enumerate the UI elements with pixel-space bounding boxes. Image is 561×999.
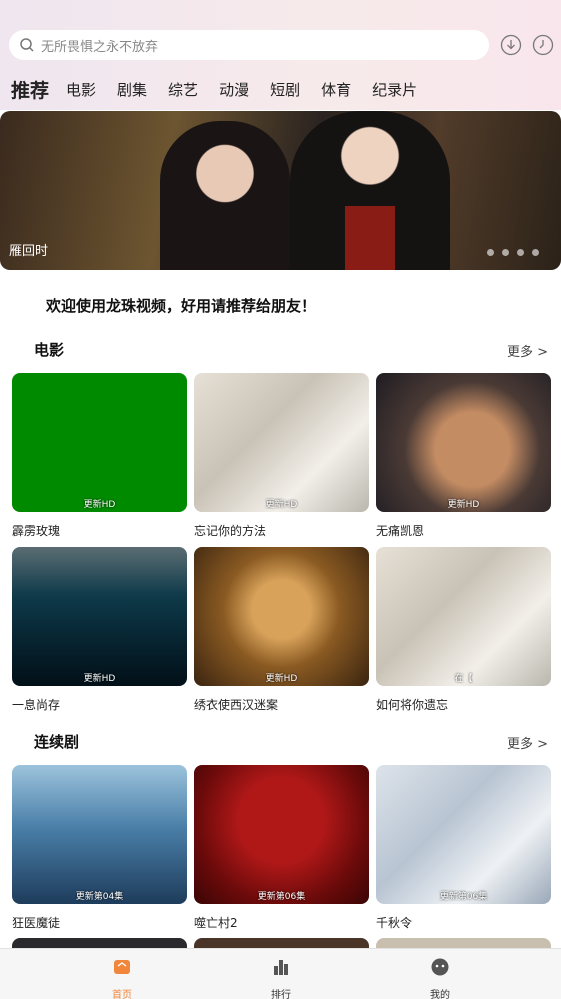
update-badge: 更新HD bbox=[447, 500, 480, 510]
tab-anime[interactable]: 动漫 bbox=[219, 79, 249, 100]
update-badge: 更新HD bbox=[83, 500, 116, 510]
tab-variety[interactable]: 综艺 bbox=[168, 79, 198, 100]
update-badge: 更新第06集 bbox=[257, 892, 306, 902]
banner-figure bbox=[290, 111, 450, 270]
poster-image: 更新第04集 bbox=[12, 765, 187, 904]
tab-documentary[interactable]: 纪录片 bbox=[372, 79, 417, 100]
profile-icon bbox=[431, 958, 449, 976]
card-title: 无痛凯恩 bbox=[376, 524, 425, 538]
update-badge: 更新HD bbox=[265, 500, 298, 510]
movie-card[interactable]: 在【 如何将你遗忘 bbox=[376, 547, 551, 713]
home-icon bbox=[114, 960, 130, 974]
card-title: 忘记你的方法 bbox=[194, 524, 267, 538]
poster-image: 更新HD bbox=[12, 373, 187, 512]
poster-image: 更新第06集 bbox=[194, 765, 369, 904]
nav-profile[interactable]: 我的 bbox=[410, 957, 470, 999]
section-title: 连续剧 bbox=[34, 733, 80, 751]
chart-icon bbox=[274, 960, 288, 975]
carousel-dot[interactable] bbox=[487, 249, 494, 256]
tab-series[interactable]: 剧集 bbox=[117, 79, 147, 100]
update-badge: 更新HD bbox=[83, 674, 116, 684]
carousel-dot[interactable] bbox=[532, 249, 539, 256]
series-card[interactable]: 更新第04集 狂医魔徒 bbox=[12, 765, 187, 931]
card-title: 如何将你遗忘 bbox=[376, 698, 449, 712]
movie-card[interactable]: 更新HD 忘记你的方法 bbox=[194, 373, 369, 539]
banner-carousel[interactable]: 雁回时 bbox=[0, 111, 561, 270]
series-card[interactable]: 更新第06集 噬亡村2 bbox=[194, 765, 369, 931]
series-section-header: 连续剧 更多 > bbox=[0, 731, 561, 753]
card-title: 绣衣使西汉迷案 bbox=[194, 698, 279, 712]
download-icon[interactable] bbox=[500, 34, 522, 56]
search-input[interactable]: 无所畏惧之永不放弃 bbox=[9, 30, 489, 60]
movie-card[interactable]: 更新HD 一息尚存 bbox=[12, 547, 187, 713]
carousel-dots bbox=[487, 249, 539, 256]
tab-sports[interactable]: 体育 bbox=[321, 79, 351, 100]
card-title: 狂医魔徒 bbox=[12, 916, 61, 930]
update-badge: 更新HD bbox=[265, 674, 298, 684]
search-placeholder: 无所畏惧之永不放弃 bbox=[41, 39, 159, 55]
series-more-link[interactable]: 更多 > bbox=[507, 733, 548, 752]
series-card[interactable]: 更新第06集 千秋令 bbox=[376, 765, 551, 931]
search-icon bbox=[20, 38, 34, 52]
carousel-dot[interactable] bbox=[517, 249, 524, 256]
banner-caption: 雁回时 bbox=[9, 244, 49, 259]
update-badge: 更新第06集 bbox=[439, 892, 488, 902]
movie-card[interactable]: 更新HD 霹雳玫瑰 bbox=[12, 373, 187, 539]
nav-ranking[interactable]: 排行 bbox=[251, 957, 311, 999]
movies-section-header: 电影 更多 > bbox=[0, 339, 561, 361]
poster-image: 更新HD bbox=[194, 373, 369, 512]
tab-recommend[interactable]: 推荐 bbox=[11, 76, 49, 103]
poster-image: 更新HD bbox=[376, 373, 551, 512]
poster-image: 更新HD bbox=[194, 547, 369, 686]
history-icon[interactable] bbox=[532, 34, 554, 56]
movie-card[interactable]: 更新HD 无痛凯恩 bbox=[376, 373, 551, 539]
tab-movies[interactable]: 电影 bbox=[66, 79, 96, 100]
movie-card[interactable]: 更新HD 绣衣使西汉迷案 bbox=[194, 547, 369, 713]
card-title: 千秋令 bbox=[376, 916, 413, 930]
banner-figure bbox=[160, 121, 290, 270]
nav-label: 排行 bbox=[271, 990, 291, 999]
update-badge: 更新第04集 bbox=[75, 892, 124, 902]
card-title: 噬亡村2 bbox=[194, 916, 238, 930]
carousel-dot[interactable] bbox=[502, 249, 509, 256]
movies-more-link[interactable]: 更多 > bbox=[507, 341, 548, 360]
search-row: 无所畏惧之永不放弃 bbox=[0, 30, 561, 62]
nav-home[interactable]: 首页 bbox=[92, 957, 152, 999]
update-badge: 在【 bbox=[454, 674, 473, 684]
nav-label: 首页 bbox=[112, 990, 132, 999]
card-title: 一息尚存 bbox=[12, 698, 61, 712]
poster-image: 更新第06集 bbox=[376, 765, 551, 904]
nav-label: 我的 bbox=[430, 990, 450, 999]
bottom-nav: 首页 排行 我的 bbox=[0, 948, 561, 999]
section-title: 电影 bbox=[34, 341, 65, 359]
poster-image: 更新HD bbox=[12, 547, 187, 686]
poster-image: 在【 bbox=[376, 547, 551, 686]
tab-short[interactable]: 短剧 bbox=[270, 79, 300, 100]
card-title: 霹雳玫瑰 bbox=[12, 524, 61, 538]
welcome-message: 欢迎使用龙珠视频，好用请推荐给朋友！ bbox=[46, 297, 317, 315]
category-tabs: 推荐 电影 剧集 综艺 动漫 短剧 体育 纪录片 bbox=[0, 74, 561, 104]
